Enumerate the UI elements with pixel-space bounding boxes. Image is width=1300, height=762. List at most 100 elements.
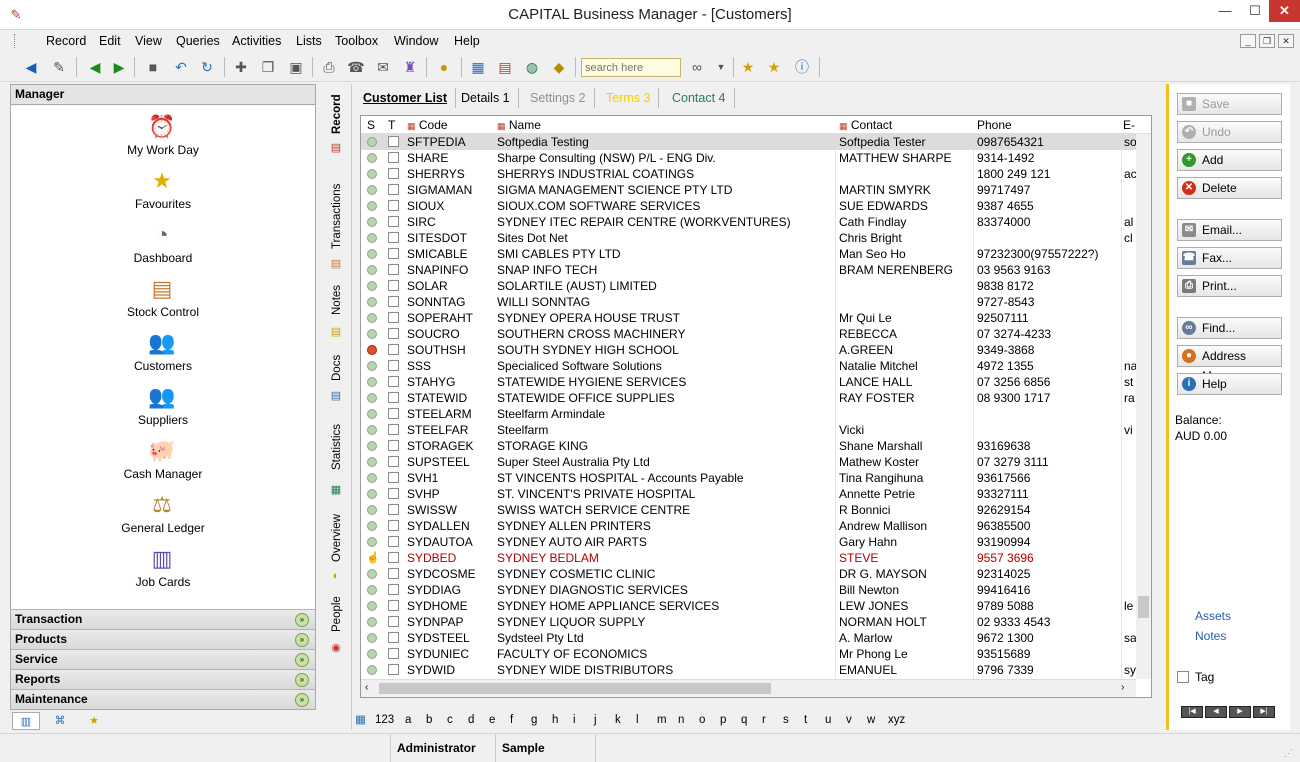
- row-checkbox[interactable]: [388, 216, 399, 227]
- dropdown-icon[interactable]: ▼: [710, 56, 732, 78]
- notes-link[interactable]: Notes: [1195, 629, 1226, 643]
- copy-icon[interactable]: ❐: [257, 56, 279, 78]
- row-checkbox[interactable]: [388, 312, 399, 323]
- alphabet-letter-r[interactable]: r: [762, 711, 766, 729]
- column-header-contact[interactable]: ▦ Contact: [839, 118, 892, 132]
- star-icon[interactable]: ★: [763, 56, 785, 78]
- table-row[interactable]: SVHP ST. VINCENT'S PRIVATE HOSPITAL Annett…: [361, 486, 1136, 502]
- table-row[interactable]: SOUCRO SOUTHERN CROSS MACHINERY REBECCA 07 …: [361, 326, 1136, 342]
- table-row[interactable]: ☝ SYDBED SYDNEY BEDLAM STEVE 9557 3696: [361, 550, 1136, 566]
- side-tab-notes[interactable]: Notes: [325, 280, 349, 320]
- book-icon[interactable]: ◆: [548, 56, 570, 78]
- mdi-minimize-button[interactable]: _: [1240, 34, 1256, 48]
- tag-checkbox[interactable]: [1177, 671, 1189, 683]
- alphabet-letter-g[interactable]: g: [531, 711, 537, 729]
- section-transaction[interactable]: Transaction »: [11, 609, 315, 629]
- table-row[interactable]: SHERRYS SHERRYS INDUSTRIAL COATINGS 1800 2…: [361, 166, 1136, 182]
- manager-item-dashboard[interactable]: ◔ Dashboard: [11, 216, 315, 270]
- add-icon[interactable]: ✚: [230, 56, 252, 78]
- table-row[interactable]: SYDAUTOA SYDNEY AUTO AIR PARTS Gary Hahn 93…: [361, 534, 1136, 550]
- row-checkbox[interactable]: [388, 504, 399, 515]
- delete-icon[interactable]: ▣: [285, 56, 307, 78]
- favourites-tab-icon[interactable]: ★: [80, 712, 108, 730]
- table-row[interactable]: SIGMAMAN SIGMA MANAGEMENT SCIENCE PTY LTD…: [361, 182, 1136, 198]
- row-checkbox[interactable]: [388, 136, 399, 147]
- manager-item-my-work-day[interactable]: ⏰ My Work Day: [11, 108, 315, 162]
- chevron-down-icon[interactable]: »: [295, 693, 309, 707]
- manager-item-customers[interactable]: 👥 Customers: [11, 324, 315, 378]
- table-row[interactable]: SWISSW SWISS WATCH SERVICE CENTRE R Bonnic…: [361, 502, 1136, 518]
- column-header-code[interactable]: ▦ Code: [407, 118, 448, 132]
- row-checkbox[interactable]: [388, 648, 399, 659]
- table-row[interactable]: SYDDIAG SYDNEY DIAGNOSTIC SERVICES Bill Ne…: [361, 582, 1136, 598]
- alphabet-letter-p[interactable]: p: [720, 711, 726, 729]
- tab-customer-list[interactable]: Customer List: [355, 88, 457, 108]
- row-checkbox[interactable]: [388, 152, 399, 163]
- side-tab-people[interactable]: People: [325, 592, 349, 636]
- delete-button[interactable]: ✕ Delete: [1177, 177, 1282, 199]
- menu-window[interactable]: Window: [394, 33, 438, 49]
- table-row[interactable]: SIRC SYDNEY ITEC REPAIR CENTRE (WORKVENTU…: [361, 214, 1136, 230]
- maximize-button[interactable]: ☐: [1242, 0, 1268, 22]
- alphabet-letter-u[interactable]: u: [825, 711, 831, 729]
- table-row[interactable]: SYDUNIEC FACULTY OF ECONOMICS Mr Phong Le 9…: [361, 646, 1136, 662]
- email-icon[interactable]: ✉: [372, 56, 394, 78]
- row-checkbox[interactable]: [388, 600, 399, 611]
- menu-lists[interactable]: Lists: [296, 33, 322, 49]
- minimize-button[interactable]: —: [1208, 0, 1242, 22]
- manager-item-cash-manager[interactable]: 🐖 Cash Manager: [11, 432, 315, 486]
- column-header-phone[interactable]: Phone: [977, 118, 1012, 132]
- table-row[interactable]: SNAPINFO SNAP INFO TECH BRAM NERENBERG 03 9…: [361, 262, 1136, 278]
- table-row[interactable]: STEELARM Steelfarm Armindale: [361, 406, 1136, 422]
- tab-settings[interactable]: Settings 2: [522, 88, 595, 108]
- search-input[interactable]: [581, 58, 681, 77]
- row-checkbox[interactable]: [388, 520, 399, 531]
- close-button[interactable]: ✕: [1269, 0, 1300, 22]
- star-add-icon[interactable]: ★: [737, 56, 759, 78]
- table-row[interactable]: SFTPEDIA Softpedia Testing Softpedia Teste…: [361, 134, 1136, 150]
- calc-icon[interactable]: ▦: [467, 56, 489, 78]
- row-checkbox[interactable]: [388, 488, 399, 499]
- table-row[interactable]: SYDALLEN SYDNEY ALLEN PRINTERS Andrew Mall…: [361, 518, 1136, 534]
- row-checkbox[interactable]: [388, 632, 399, 643]
- table-row[interactable]: STATEWID STATEWIDE OFFICE SUPPLIES RAY FOS…: [361, 390, 1136, 406]
- alphabet-letter-h[interactable]: h: [552, 711, 558, 729]
- row-checkbox[interactable]: [388, 248, 399, 259]
- section-service[interactable]: Service »: [11, 649, 315, 669]
- menu-toolbox[interactable]: Toolbox: [335, 33, 378, 49]
- chevron-down-icon[interactable]: »: [295, 633, 309, 647]
- alphabet-letter-123[interactable]: 123: [375, 711, 394, 729]
- menu-view[interactable]: View: [135, 33, 162, 49]
- table-row[interactable]: SONNTAG WILLI SONNTAG 9727-8543: [361, 294, 1136, 310]
- tab-terms[interactable]: Terms 3: [598, 88, 660, 108]
- table-row[interactable]: SYDWID SYDNEY WIDE DISTRIBUTORS EMANUEL 979…: [361, 662, 1136, 678]
- print-button[interactable]: ⎙ Print...: [1177, 275, 1282, 297]
- print-icon[interactable]: ⎙: [318, 56, 340, 78]
- add-button[interactable]: + Add: [1177, 149, 1282, 171]
- table-row[interactable]: SOPERAHT SYDNEY OPERA HOUSE TRUST Mr Qui L…: [361, 310, 1136, 326]
- row-checkbox[interactable]: [388, 200, 399, 211]
- alphabet-letter-c[interactable]: c: [447, 711, 453, 729]
- save-button[interactable]: ■ Save: [1177, 93, 1282, 115]
- forward-toggle-icon[interactable]: ✎: [48, 56, 70, 78]
- menu-help[interactable]: Help: [454, 33, 480, 49]
- row-checkbox[interactable]: [388, 472, 399, 483]
- column-header-t[interactable]: T: [388, 118, 395, 132]
- alphabet-letter-l[interactable]: l: [636, 711, 639, 729]
- row-checkbox[interactable]: [388, 360, 399, 371]
- manager-item-job-cards[interactable]: ▥ Job Cards: [11, 540, 315, 594]
- row-checkbox[interactable]: [388, 344, 399, 355]
- scroll-left-icon[interactable]: ‹: [365, 682, 368, 693]
- alphabet-letter-a[interactable]: a: [405, 711, 411, 729]
- row-checkbox[interactable]: [388, 328, 399, 339]
- find-button[interactable]: ∞ Find...: [1177, 317, 1282, 339]
- resize-grip-icon[interactable]: ⋰: [1284, 748, 1293, 759]
- table-row[interactable]: SYDNPAP SYDNEY LIQUOR SUPPLY NORMAN HOLT 02…: [361, 614, 1136, 630]
- table-row[interactable]: STAHYG STATEWIDE HYGIENE SERVICES LANCE HA…: [361, 374, 1136, 390]
- section-maintenance[interactable]: Maintenance »: [11, 689, 315, 709]
- binoculars-icon[interactable]: ∞: [686, 56, 708, 78]
- row-checkbox[interactable]: [388, 616, 399, 627]
- alphabet-letter-k[interactable]: k: [615, 711, 621, 729]
- coin-icon[interactable]: ●: [433, 56, 455, 78]
- manager-item-stock-control[interactable]: ▤ Stock Control: [11, 270, 315, 324]
